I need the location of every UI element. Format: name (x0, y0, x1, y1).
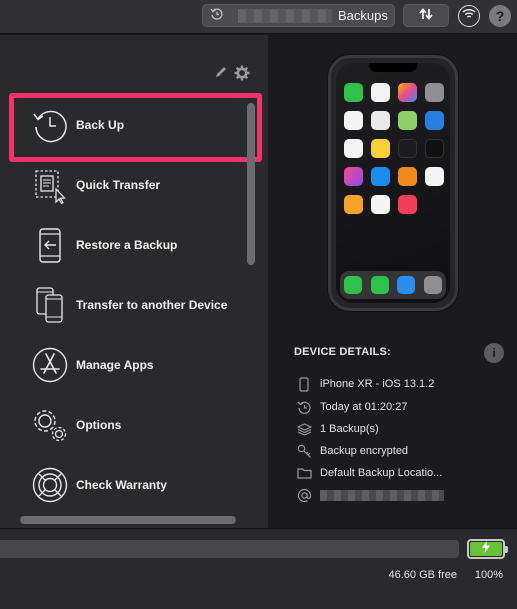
menu-label-manage-apps: Manage Apps (76, 358, 154, 372)
detail-last-backup-text: Today at 01:20:27 (320, 401, 408, 413)
pencil-icon[interactable] (214, 65, 228, 86)
device-backups-button[interactable]: Backups (202, 4, 395, 27)
menu-item-options[interactable]: Options (0, 395, 248, 455)
detail-row-model: iPhone XR - iOS 13.1.2 (296, 375, 434, 393)
phone-icon (296, 376, 312, 392)
home-screen-dock (340, 271, 446, 299)
charging-bolt-icon (481, 540, 491, 558)
two-phones-icon (30, 285, 70, 325)
clock-history-icon (30, 105, 70, 145)
vertical-scrollbar[interactable] (247, 103, 255, 265)
device-screen (336, 63, 450, 303)
menu-label-restore-backup: Restore a Backup (76, 238, 178, 252)
gear-icon[interactable] (234, 65, 250, 86)
device-name-redacted (238, 8, 332, 23)
info-icon: i (492, 346, 496, 360)
transfer-arrows-icon (418, 8, 434, 23)
device-image (328, 55, 458, 311)
info-button[interactable]: i (484, 343, 504, 363)
detail-row-account (296, 486, 444, 504)
menu-item-quick-transfer[interactable]: Quick Transfer (0, 155, 248, 215)
actions-list: Back Up Quick Transfer Restore a Backup … (0, 95, 248, 515)
menu-label-check-warranty: Check Warranty (76, 478, 167, 492)
gears-icon (30, 405, 70, 445)
menu-item-back-up[interactable]: Back Up (0, 95, 248, 155)
menu-item-restore-backup[interactable]: Restore a Backup (0, 215, 248, 275)
menu-label-quick-transfer: Quick Transfer (76, 178, 161, 192)
menu-item-check-warranty[interactable]: Check Warranty (0, 455, 248, 515)
history-icon (296, 399, 312, 415)
battery-nub (505, 546, 508, 553)
device-panel: DEVICE DETAILS: i iPhone XR - iOS 13.1.2… (270, 35, 517, 528)
folder-icon (296, 465, 312, 481)
detail-backup-count-text: 1 Backup(s) (320, 423, 379, 435)
home-screen-apps (344, 83, 444, 214)
storage-usage-bar (0, 540, 459, 558)
storage-free-text: 46.60 GB free (388, 569, 458, 581)
detail-location-text: Default Backup Locatio... (320, 467, 443, 479)
horizontal-scrollbar[interactable] (20, 516, 236, 524)
detail-row-backup-count: 1 Backup(s) (296, 420, 379, 438)
app-store-icon (30, 345, 70, 385)
battery-percent-text: 100% (474, 569, 503, 581)
device-notch (369, 63, 417, 72)
menu-item-transfer-device[interactable]: Transfer to another Device (0, 275, 248, 335)
battery-fill (470, 540, 502, 558)
document-cursor-icon (30, 165, 70, 205)
detail-row-encryption: Backup encrypted (296, 442, 408, 460)
device-details-title: DEVICE DETAILS: (294, 346, 391, 358)
stack-icon (296, 421, 312, 437)
menu-item-manage-apps[interactable]: Manage Apps (0, 335, 248, 395)
backups-label: Backups (338, 8, 388, 23)
key-icon (296, 443, 312, 459)
account-redacted (320, 489, 444, 501)
history-icon (210, 7, 224, 24)
phone-restore-icon (30, 225, 70, 265)
help-icon: ? (495, 8, 505, 24)
wifi-button[interactable] (458, 5, 480, 27)
detail-row-location: Default Backup Locatio... (296, 464, 442, 482)
detail-model-text: iPhone XR - iOS 13.1.2 (320, 378, 435, 390)
top-toolbar: Backups ? (0, 0, 517, 34)
help-button[interactable]: ? (489, 5, 511, 27)
status-bar: 46.60 GB free 100% (0, 528, 517, 609)
menu-label-transfer-device: Transfer to another Device (76, 298, 228, 312)
sidebar-tools (214, 65, 250, 86)
battery-indicator (467, 539, 508, 559)
wifi-icon (462, 7, 476, 25)
detail-encryption-text: Backup encrypted (320, 445, 409, 457)
at-sign-icon (296, 487, 312, 503)
detail-row-last-backup: Today at 01:20:27 (296, 398, 407, 416)
lifebuoy-icon (30, 465, 70, 505)
transfer-button[interactable] (403, 4, 449, 27)
menu-label-options: Options (76, 418, 122, 432)
menu-label-back-up: Back Up (76, 118, 125, 132)
actions-sidebar: Back Up Quick Transfer Restore a Backup … (0, 35, 268, 528)
